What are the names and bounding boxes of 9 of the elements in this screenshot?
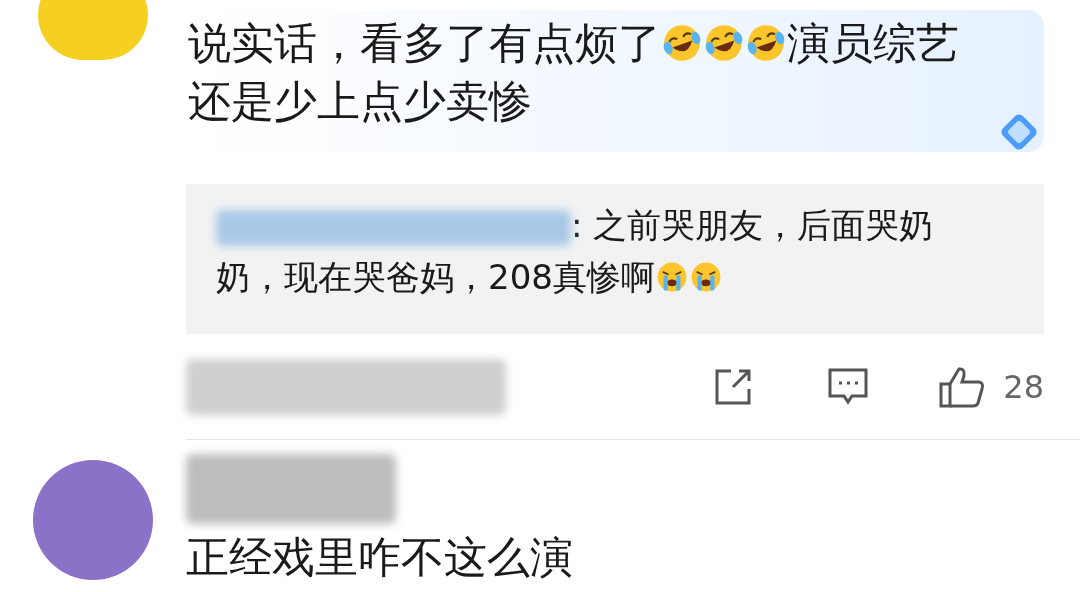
laughing-crying-face-icon [661, 22, 703, 64]
comment-icon[interactable] [827, 366, 870, 407]
like-count: 28 [1003, 366, 1044, 408]
laughing-crying-face-icon [703, 22, 745, 64]
laughing-crying-face-icon [745, 22, 787, 64]
comment-text: 说实话，看多了有点烦了 演员综艺还是少上点少卖惨 [188, 17, 960, 128]
reply-text: : 之前哭朋友，后面哭奶奶，现在哭爸妈，208真惨啊 [216, 204, 935, 299]
comment-text: 正经戏里咋不这么演 [186, 531, 574, 584]
thumbs-up-icon[interactable] [939, 365, 986, 408]
